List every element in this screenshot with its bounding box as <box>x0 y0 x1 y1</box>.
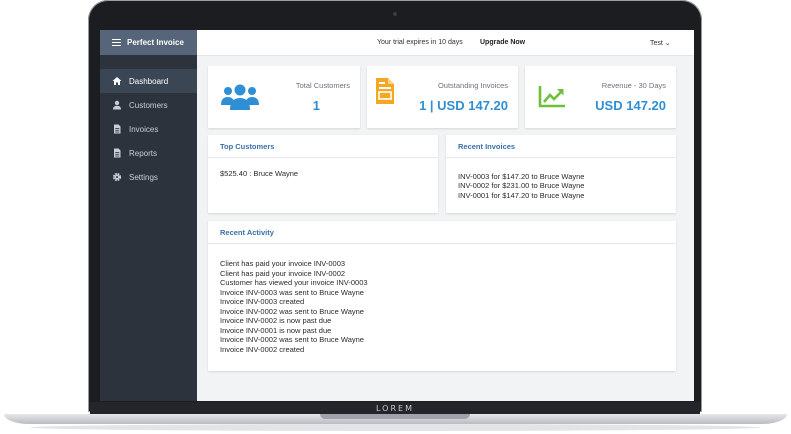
recent-invoices-panel: Recent Invoices INV-0003 for $147.20 to … <box>446 135 676 213</box>
list-item: Invoice INV-0002 was sent to Bruce Wayne <box>220 306 364 316</box>
user-icon <box>112 100 122 110</box>
panel-body: $525.40 : Bruce Wayne <box>208 158 438 188</box>
sidebar-item-settings[interactable]: Settings <box>100 165 197 189</box>
sidebar: Perfect Invoice Dashboard Customers Invo… <box>100 30 197 401</box>
sidebar-item-label: Dashboard <box>129 76 169 86</box>
panel-title: Top Customers <box>208 135 438 158</box>
list-item[interactable]: INV-0001 for $147.20 to Bruce Wayne <box>458 191 664 200</box>
stat-card-revenue: Revenue - 30 Days USD 147.20 <box>525 66 676 128</box>
stat-label: Total Customers <box>295 81 350 90</box>
document-icon <box>112 124 122 134</box>
upgrade-now-link[interactable]: Upgrade Now <box>480 39 525 46</box>
top-customers-panel: Top Customers $525.40 : Bruce Wayne <box>208 135 438 213</box>
users-icon <box>220 82 260 117</box>
app-title: Perfect Invoice <box>127 38 184 47</box>
panel-body: Client has paid your invoice INV-0003 Cl… <box>208 244 676 364</box>
laptop-brand: LOREM <box>376 404 414 413</box>
stat-label: Outstanding Invoices <box>437 81 508 90</box>
stat-value: 1 <box>312 98 320 113</box>
list-item: Invoice INV-0002 was sent to Bruce Wayne <box>220 335 364 344</box>
list-item: Client has paid your invoice INV-0003 <box>220 259 346 268</box>
list-item[interactable]: INV-0002 for $231.00 to Bruce Wayne <box>458 181 664 190</box>
stat-value: USD 147.20 <box>595 98 666 113</box>
panel-title: Recent Activity <box>208 221 676 244</box>
stat-label: Revenue - 30 Days <box>601 81 666 90</box>
trend-up-icon <box>538 84 566 113</box>
app-header[interactable]: Perfect Invoice <box>100 30 197 55</box>
list-item: Invoice INV-0002 is now past due <box>220 316 332 325</box>
list-item: Invoice INV-0002 created <box>220 344 305 354</box>
sidebar-item-customers[interactable]: Customers <box>100 93 197 117</box>
laptop-shadow <box>30 424 761 431</box>
stat-value: 1 | USD 147.20 <box>419 98 508 113</box>
panel-body: INV-0003 for $147.20 to Bruce Wayne INV-… <box>446 158 676 210</box>
recent-activity-panel: Recent Activity Client has paid your inv… <box>208 221 676 371</box>
user-menu[interactable]: Test ⌄ <box>650 39 671 47</box>
panel-title: Recent Invoices <box>446 135 676 158</box>
list-item: Invoice INV-0003 was sent to Bruce Wayne <box>220 287 364 297</box>
sidebar-nav: Dashboard Customers Invoices Reports Set… <box>100 69 197 189</box>
list-item: $525.40 : Bruce Wayne <box>220 169 299 178</box>
document-icon <box>112 148 122 158</box>
list-item: Invoice INV-0003 created <box>220 297 305 306</box>
sidebar-item-reports[interactable]: Reports <box>100 141 197 165</box>
trial-notice: Your trial expires in 10 days <box>377 39 463 46</box>
list-item: Client has paid your invoice INV-0002 <box>220 268 346 278</box>
stat-card-outstanding-invoices: Outstanding Invoices 1 | USD 147.20 <box>367 66 518 128</box>
sidebar-item-label: Reports <box>129 148 158 158</box>
sidebar-item-invoices[interactable]: Invoices <box>100 117 197 141</box>
gear-icon <box>112 172 122 182</box>
app-screen: Perfect Invoice Dashboard Customers Invo… <box>100 30 694 401</box>
list-item: Invoice INV-0001 is now past due <box>220 325 332 335</box>
hamburger-menu-icon[interactable] <box>112 37 121 48</box>
laptop-notch <box>320 414 470 419</box>
sidebar-item-label: Invoices <box>129 124 159 134</box>
invoice-icon <box>376 78 394 109</box>
list-item[interactable]: INV-0003 for $147.20 to Bruce Wayne <box>458 172 664 181</box>
top-bar: Your trial expires in 10 days Upgrade No… <box>197 30 694 56</box>
sidebar-item-label: Settings <box>129 172 158 182</box>
camera-icon <box>393 12 397 16</box>
sidebar-item-dashboard[interactable]: Dashboard <box>100 69 197 93</box>
sidebar-item-label: Customers <box>129 100 168 110</box>
stat-card-total-customers: Total Customers 1 <box>208 66 360 128</box>
list-item: Customer has viewed your invoice INV-000… <box>220 278 368 287</box>
home-icon <box>112 76 122 86</box>
